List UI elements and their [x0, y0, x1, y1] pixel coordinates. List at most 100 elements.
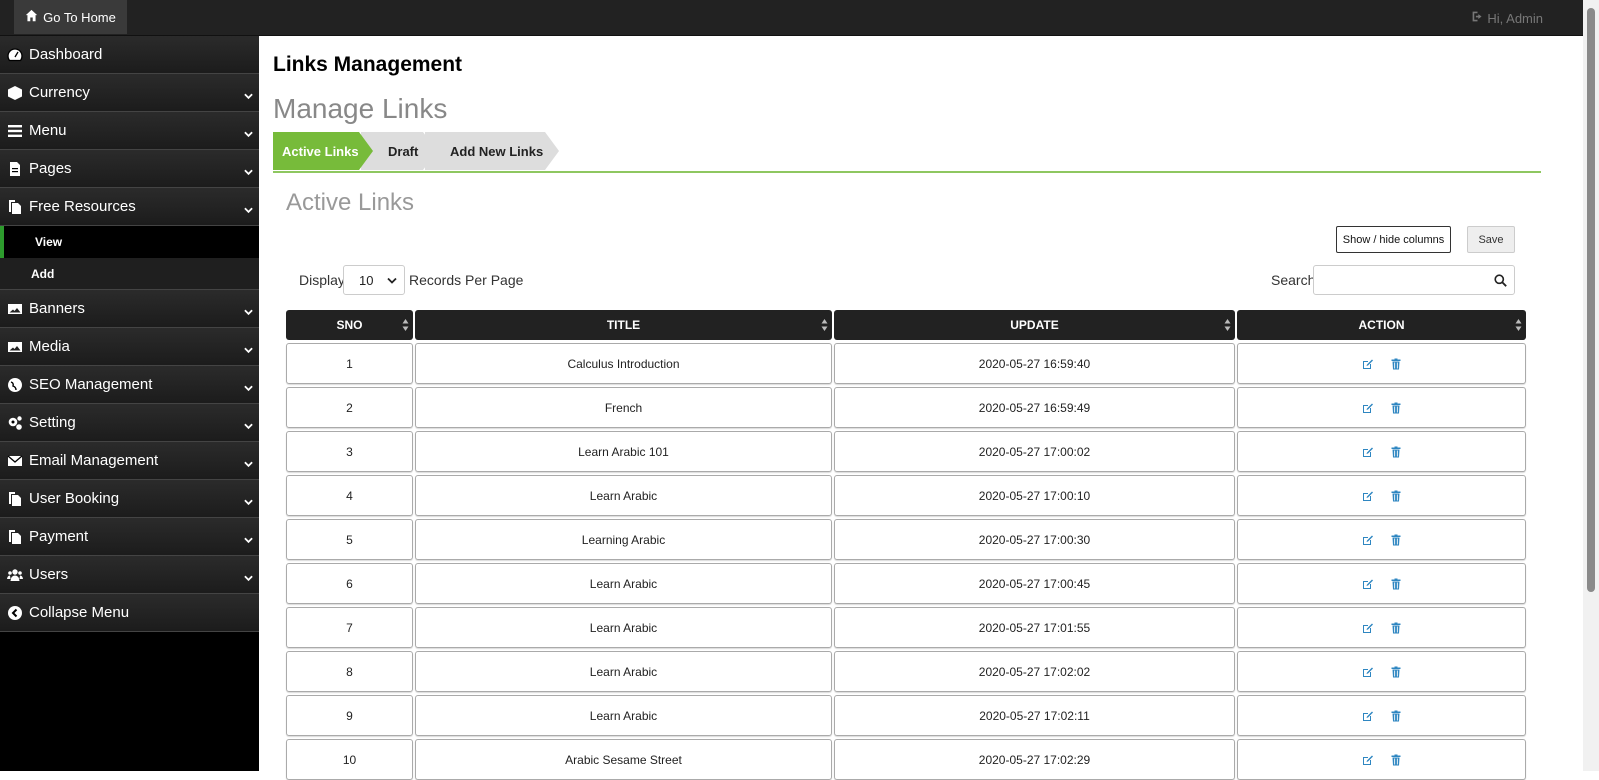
sidebar-item-banners[interactable]: Banners — [0, 290, 259, 328]
sidebar-item-label: Payment — [29, 528, 89, 545]
cell-title: French — [415, 387, 832, 428]
cell-update: 2020-05-27 17:00:02 — [834, 431, 1235, 472]
column-header-update[interactable]: UPDATE — [834, 310, 1235, 340]
sidebar-item-dashboard[interactable]: Dashboard — [0, 36, 259, 74]
cell-title: Learn Arabic — [415, 695, 832, 736]
sidebar-item-collapse-menu[interactable]: Collapse Menu — [0, 594, 259, 632]
save-button[interactable]: Save — [1467, 226, 1515, 253]
sidebar-item-email-management[interactable]: Email Management — [0, 442, 259, 480]
page-scrollbar[interactable] — [1583, 0, 1599, 771]
column-header-sno[interactable]: SNO — [286, 310, 413, 340]
cube-icon — [6, 84, 23, 101]
go-to-home-button[interactable]: Go To Home — [14, 0, 127, 34]
sidebar-item-label: Email Management — [29, 452, 159, 469]
envelope-icon — [6, 452, 23, 469]
sidebar-item-setting[interactable]: Setting — [0, 404, 259, 442]
sidebar-item-media[interactable]: Media — [0, 328, 259, 366]
chevron-down-icon — [244, 88, 253, 100]
search-icon[interactable] — [1494, 274, 1507, 287]
cell-update: 2020-05-27 17:00:30 — [834, 519, 1235, 560]
sidebar-subitem-view[interactable]: View — [0, 226, 259, 258]
section-title: Active Links — [286, 189, 415, 216]
sort-icon — [1515, 319, 1522, 331]
sidebar-item-currency[interactable]: Currency — [0, 74, 259, 112]
sign-out-icon — [1471, 10, 1484, 26]
trash-icon[interactable] — [1390, 622, 1402, 634]
sidebar-item-label: Pages — [29, 160, 72, 177]
chevron-down-icon — [244, 532, 253, 544]
table-row: 1 Calculus Introduction 2020-05-27 16:59:4… — [286, 343, 1528, 384]
table-header: SNO TITLE UPDATE ACTION — [286, 310, 1528, 340]
edit-icon[interactable] — [1362, 402, 1374, 414]
main-content: Links Management Manage Links Active Lin… — [259, 36, 1554, 780]
sidebar-item-users[interactable]: Users — [0, 556, 259, 594]
edit-icon[interactable] — [1362, 490, 1374, 502]
cell-update: 2020-05-27 16:59:40 — [834, 343, 1235, 384]
tab-add-new-links[interactable]: Add New Links — [425, 132, 559, 170]
sidebar-item-seo-management[interactable]: SEO Management — [0, 366, 259, 404]
search-label: Search: — [1271, 272, 1320, 288]
trash-icon[interactable] — [1390, 534, 1402, 546]
sort-icon — [1224, 319, 1231, 331]
cell-title: Arabic Sesame Street — [415, 739, 832, 780]
user-menu[interactable]: Hi, Admin — [1471, 10, 1543, 26]
chevron-down-icon — [244, 126, 253, 138]
column-header-update-label: UPDATE — [1010, 318, 1059, 332]
column-header-title[interactable]: TITLE — [415, 310, 832, 340]
sidebar-item-payment[interactable]: Payment — [0, 518, 259, 556]
sidebar-item-user-booking[interactable]: User Booking — [0, 480, 259, 518]
table-body: 1 Calculus Introduction 2020-05-27 16:59:4… — [286, 343, 1528, 780]
tab-active-links[interactable]: Active Links — [273, 132, 373, 170]
cell-sno: 4 — [286, 475, 413, 516]
files-icon — [6, 198, 23, 215]
trash-icon[interactable] — [1390, 358, 1402, 370]
cell-title: Learn Arabic — [415, 475, 832, 516]
cell-update: 2020-05-27 17:02:29 — [834, 739, 1235, 780]
sidebar-subitem-add[interactable]: Add — [0, 258, 259, 290]
cell-title: Learn Arabic — [415, 651, 832, 692]
column-header-action[interactable]: ACTION — [1237, 310, 1526, 340]
edit-icon[interactable] — [1362, 754, 1374, 766]
show-hide-columns-button[interactable]: Show / hide columns — [1336, 226, 1451, 253]
tab-divider — [273, 171, 1541, 173]
edit-icon[interactable] — [1362, 446, 1374, 458]
table-row: 7 Learn Arabic 2020-05-27 17:01:55 — [286, 607, 1528, 648]
records-per-page-select[interactable]: 10 — [343, 265, 405, 295]
cell-sno: 9 — [286, 695, 413, 736]
image-icon — [6, 338, 23, 355]
trash-icon[interactable] — [1390, 666, 1402, 678]
column-header-action-label: ACTION — [1358, 318, 1405, 332]
cell-title: Learning Arabic — [415, 519, 832, 560]
cell-action — [1237, 563, 1526, 604]
cell-action — [1237, 431, 1526, 472]
cell-sno: 8 — [286, 651, 413, 692]
edit-icon[interactable] — [1362, 710, 1374, 722]
bars-icon — [6, 122, 23, 139]
edit-icon[interactable] — [1362, 534, 1374, 546]
cell-title: Learn Arabic 101 — [415, 431, 832, 472]
edit-icon[interactable] — [1362, 622, 1374, 634]
chevron-down-icon — [244, 494, 253, 506]
trash-icon[interactable] — [1390, 710, 1402, 722]
column-header-title-label: TITLE — [606, 318, 641, 332]
cell-update: 2020-05-27 17:01:55 — [834, 607, 1235, 648]
cell-sno: 2 — [286, 387, 413, 428]
chevron-down-icon — [244, 456, 253, 468]
sidebar-item-label: Setting — [29, 414, 76, 431]
table-row: 5 Learning Arabic 2020-05-27 17:00:30 — [286, 519, 1528, 560]
edit-icon[interactable] — [1362, 358, 1374, 370]
edit-icon[interactable] — [1362, 578, 1374, 590]
trash-icon[interactable] — [1390, 402, 1402, 414]
sidebar-item-free-resources[interactable]: Free Resources — [0, 188, 259, 226]
chevron-down-icon — [244, 164, 253, 176]
trash-icon[interactable] — [1390, 578, 1402, 590]
edit-icon[interactable] — [1362, 666, 1374, 678]
sidebar-item-menu[interactable]: Menu — [0, 112, 259, 150]
trash-icon[interactable] — [1390, 754, 1402, 766]
trash-icon[interactable] — [1390, 446, 1402, 458]
search-input[interactable] — [1313, 265, 1515, 295]
scrollbar-thumb[interactable] — [1587, 8, 1595, 592]
chevron-down-icon — [387, 277, 397, 284]
trash-icon[interactable] — [1390, 490, 1402, 502]
sidebar-item-pages[interactable]: Pages — [0, 150, 259, 188]
